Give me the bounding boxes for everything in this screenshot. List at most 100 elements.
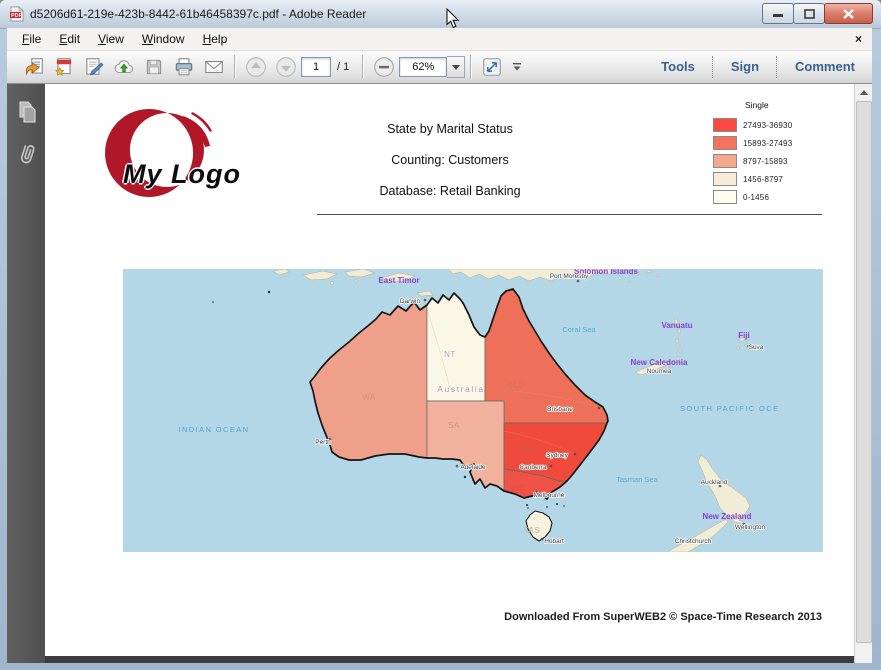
create-pdf-icon: [53, 56, 75, 78]
legend-item: 0-1456: [697, 190, 821, 204]
tools-panel-button[interactable]: Tools: [644, 56, 712, 78]
city-label: Hobart: [544, 538, 564, 545]
country-label: Vanuatu: [661, 321, 692, 330]
state-label: WA: [362, 393, 376, 402]
pdf-page: My Logo State by Marital Status Counting…: [45, 84, 855, 656]
page-thumbnails-icon: [16, 100, 38, 124]
toolbar: 1 / 1 62% Tools: [7, 51, 872, 84]
state-label: NT: [444, 350, 456, 359]
download-attribution: Downloaded From SuperWEB2 © Space-Time R…: [504, 611, 822, 623]
zoom-out-button[interactable]: [369, 54, 399, 81]
print-button[interactable]: [169, 54, 199, 81]
country-label: New Zealand: [703, 512, 752, 521]
city-label: Noumea: [647, 368, 672, 375]
previous-page-button[interactable]: [241, 54, 271, 81]
legend-range: 15893-27493: [743, 139, 792, 148]
more-tools-icon: [512, 63, 522, 71]
vertical-scrollbar[interactable]: [854, 84, 872, 663]
cloud-upload-icon: [113, 56, 135, 78]
previous-page-icon: [244, 55, 268, 79]
scroll-up-icon: [860, 90, 868, 95]
city-label: Brisbane: [547, 406, 573, 413]
map-legend: Single 27493-36930 15893-27493 8797-1589…: [697, 100, 825, 215]
fit-window-icon: [481, 56, 503, 78]
city-label: Auckland: [701, 479, 728, 486]
comment-panel-button[interactable]: Comment: [778, 56, 872, 78]
fit-window-button[interactable]: [477, 54, 507, 81]
toolbar-more-button[interactable]: [507, 54, 527, 81]
city-label: Melbourne: [534, 492, 565, 499]
legend-swatch: [713, 136, 737, 150]
save-button[interactable]: [139, 54, 169, 81]
pdf-file-icon: PDF: [9, 6, 25, 22]
ocean-label: SOUTH PACIFIC OCE: [680, 404, 780, 413]
svg-text:PDF: PDF: [11, 13, 23, 19]
toolbar-separator: [362, 55, 364, 79]
legend-swatch: [713, 154, 737, 168]
legend-rows: 27493-36930 15893-27493 8797-15893 1456-…: [697, 118, 821, 215]
cloud-upload-button[interactable]: [109, 54, 139, 81]
next-page-icon: [274, 55, 298, 79]
navigation-pane: [7, 84, 46, 663]
paperclip-icon: [16, 141, 38, 167]
create-pdf-button[interactable]: [49, 54, 79, 81]
city-label: Sydney: [546, 452, 568, 459]
header-rule: [317, 214, 822, 215]
sign-document-button[interactable]: [79, 54, 109, 81]
menu-view[interactable]: View: [89, 29, 133, 49]
legend-item: 27493-36930: [697, 118, 821, 132]
document-area: My Logo State by Marital Status Counting…: [7, 84, 872, 663]
sea-label: Tasman Sea: [616, 475, 659, 484]
legend-swatch: [713, 190, 737, 204]
menu-window[interactable]: Window: [133, 29, 194, 49]
menu-help[interactable]: Help: [194, 29, 237, 49]
legend-range: 1456-8797: [743, 175, 783, 184]
sea-label: Coral Sea: [562, 325, 596, 334]
state-label: SA: [448, 421, 460, 430]
toolbar-right-group: Tools Sign Comment: [644, 51, 872, 83]
state-label: TAS: [524, 526, 540, 535]
city-label: Canberra: [519, 464, 546, 471]
minimize-icon: [773, 9, 783, 18]
close-document-icon[interactable]: ×: [855, 33, 862, 45]
toolbar-separator: [470, 55, 472, 79]
menu-edit[interactable]: Edit: [50, 29, 89, 49]
legend-range: 0-1456: [743, 193, 769, 202]
menu-file[interactable]: File: [13, 29, 50, 49]
country-label: Fiji: [738, 331, 750, 340]
title-bar[interactable]: PDF d5206d61-219e-423b-8442-61b46458397c…: [0, 0, 881, 29]
country-label: New Caledonia: [631, 358, 688, 367]
email-button[interactable]: [199, 54, 229, 81]
open-file-icon: [23, 56, 45, 78]
restore-button[interactable]: [793, 3, 825, 24]
mouse-cursor: [446, 8, 460, 29]
city-label: Adelaide: [460, 464, 486, 471]
attachments-button[interactable]: [14, 140, 39, 167]
window-controls: [763, 3, 873, 24]
city-label: Wellington: [735, 524, 766, 531]
open-file-button[interactable]: [19, 54, 49, 81]
minimize-button[interactable]: [762, 3, 794, 24]
legend-item: 1456-8797: [697, 172, 821, 186]
legend-item: 15893-27493: [697, 136, 821, 150]
page-count-label: / 1: [337, 61, 349, 73]
page-number-input[interactable]: 1: [301, 57, 331, 77]
next-page-button[interactable]: [271, 54, 301, 81]
legend-range: 8797-15893: [743, 157, 788, 166]
zoom-out-icon: [372, 55, 396, 79]
email-icon: [203, 56, 225, 78]
chevron-down-icon: [452, 65, 460, 70]
zoom-dropdown-button[interactable]: [447, 56, 465, 78]
state-label: VIC: [510, 484, 525, 493]
close-icon: [843, 9, 854, 19]
toolbar-separator: [234, 55, 236, 79]
scroll-up-button[interactable]: [855, 84, 872, 101]
state-label: NSW: [519, 445, 539, 454]
sign-panel-button[interactable]: Sign: [714, 56, 776, 78]
city-label: Suva: [749, 344, 764, 351]
zoom-level-input[interactable]: 62%: [399, 57, 447, 77]
ocean-label: INDIAN OCEAN: [179, 425, 250, 434]
scrollbar-thumb[interactable]: [856, 101, 872, 643]
close-button[interactable]: [824, 3, 873, 24]
page-thumbnails-button[interactable]: [14, 98, 39, 125]
